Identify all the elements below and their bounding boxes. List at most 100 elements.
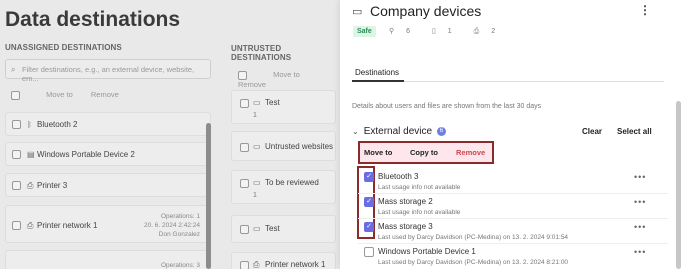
- stat-printers: ⎙ 2: [474, 28, 505, 35]
- globe-count: 1: [253, 112, 257, 119]
- tab-indicator: [352, 80, 404, 82]
- divider: [358, 218, 668, 219]
- tab-destinations[interactable]: Destinations: [355, 68, 399, 77]
- select-all-checkbox[interactable]: [238, 70, 247, 80]
- printer-icon: ⎙: [253, 260, 260, 269]
- row-label: To be reviewed: [265, 178, 319, 187]
- folder-icon: ▭: [253, 142, 261, 151]
- row-label: Windows Portable Device 2: [37, 150, 135, 159]
- list-item[interactable]: Operations: 3: [5, 250, 211, 269]
- device-usage: Last usage info not available: [378, 184, 461, 191]
- usb-icon: ⚲: [389, 28, 395, 35]
- row-checkbox[interactable]: [12, 120, 21, 129]
- selection-action-bar: Move to Copy to Remove: [358, 141, 494, 164]
- move-to-button[interactable]: Move to: [364, 148, 392, 157]
- copy-to-button[interactable]: Copy to: [410, 148, 438, 157]
- list-item[interactable]: ▭ To be reviewed 1: [231, 170, 336, 204]
- folder-icon: ▭: [253, 98, 261, 107]
- folder-icon: ▭: [253, 224, 261, 233]
- row-checkbox[interactable]: [240, 143, 249, 152]
- stat-devices: ⚲ 6: [389, 28, 420, 35]
- row-checkbox[interactable]: [364, 247, 374, 257]
- search-input[interactable]: ⌕ Filter destinations, e.g., an external…: [5, 59, 211, 83]
- row-label: Test: [265, 98, 280, 107]
- detail-panel: ▭ Company devices ⋮ Safe ⚲ 6 ▯ 1 ⎙ 2 Des…: [340, 0, 688, 269]
- section-title: External device: [363, 126, 433, 137]
- row-checkbox[interactable]: [12, 221, 21, 230]
- list-item[interactable]: ▭ Test 1: [231, 90, 336, 124]
- info-text: Details about users and files are shown …: [352, 103, 542, 110]
- row-checkbox-checked[interactable]: ✓: [364, 197, 374, 207]
- search-icon: ⌕: [11, 65, 16, 74]
- device-usage: Last usage info not available: [378, 209, 461, 216]
- operations-count: Operations: 1: [160, 213, 200, 220]
- unassigned-title: UNASSIGNED DESTINATIONS: [5, 43, 122, 52]
- chevron-down-icon: ⌄: [352, 127, 359, 136]
- row-checkbox[interactable]: [240, 225, 249, 234]
- row-label: Printer network 1: [265, 260, 326, 269]
- list-item[interactable]: ⎙ Printer 3: [5, 173, 211, 197]
- row-label: Printer network 1: [37, 221, 98, 230]
- row-checkbox[interactable]: [240, 99, 249, 108]
- device-usage: Last used by Darcy Davidson (PC-Medina) …: [378, 259, 569, 266]
- more-options-icon[interactable]: •••: [634, 172, 646, 182]
- folder-icon: ▭: [253, 178, 261, 187]
- stat-printers-count: 2: [491, 28, 496, 35]
- row-label: Untrusted websites: [265, 142, 334, 151]
- remove-button[interactable]: Remove: [91, 90, 119, 99]
- row-checkbox-checked[interactable]: ✓: [364, 222, 374, 232]
- tab-bar: Destinations: [352, 66, 664, 82]
- row-checkbox[interactable]: [12, 181, 21, 190]
- untrusted-title: UNTRUSTED DESTINATIONS: [231, 44, 292, 62]
- more-options-icon[interactable]: •••: [634, 222, 646, 232]
- list-item[interactable]: ᛒ Bluetooth 2: [5, 112, 211, 136]
- row-meta: Operations: 1 20. 6. 2024 2:42:24 Don Go…: [144, 212, 200, 239]
- device-name: Bluetooth 3: [378, 172, 419, 181]
- select-all-button[interactable]: Select all: [617, 127, 652, 136]
- device-usage: Last used by Darcy Davidson (PC-Medina) …: [378, 234, 569, 241]
- stat-files: ▯ 1: [432, 28, 462, 35]
- more-options-icon[interactable]: •••: [634, 247, 646, 257]
- device-name: Windows Portable Device 1: [378, 247, 476, 256]
- scrollbar[interactable]: [206, 123, 211, 269]
- row-label: Printer 3: [37, 181, 68, 190]
- background-page: Data destinations UNASSIGNED DESTINATION…: [0, 0, 340, 269]
- scrollbar[interactable]: [676, 101, 681, 269]
- row-meta: Operations: 3: [161, 261, 200, 269]
- row-label: Test: [265, 224, 280, 233]
- list-item[interactable]: ▭ Test: [231, 215, 336, 243]
- move-to-button[interactable]: Move to: [46, 90, 73, 99]
- move-to-button[interactable]: Move to: [273, 70, 300, 79]
- bluetooth-icon: ᛒ: [27, 120, 32, 129]
- more-options-icon[interactable]: ⋮: [639, 3, 651, 17]
- section-count-badge: 6: [436, 126, 446, 136]
- list-item[interactable]: ⎙ Printer network 1: [231, 252, 336, 269]
- timestamp: 20. 6. 2024 2:42:24: [143, 222, 200, 229]
- more-options-icon[interactable]: •••: [634, 197, 646, 207]
- search-placeholder: Filter destinations, e.g., an external d…: [22, 65, 195, 83]
- list-item[interactable]: ▤ Windows Portable Device 2: [5, 142, 211, 166]
- list-item[interactable]: ⎙ Printer network 1 Operations: 1 20. 6.…: [5, 205, 211, 243]
- row-checkbox-checked[interactable]: ✓: [364, 172, 374, 182]
- divider: [358, 193, 668, 194]
- stat-files-count: 1: [447, 28, 452, 35]
- file-icon: ▯: [431, 28, 436, 35]
- operations-count: Operations: 3: [160, 262, 200, 269]
- remove-button[interactable]: Remove: [238, 80, 266, 89]
- row-label: Bluetooth 2: [37, 120, 78, 129]
- user-name: Don Gonzalez: [158, 231, 200, 238]
- clear-button[interactable]: Clear: [582, 127, 602, 136]
- row-checkbox[interactable]: [240, 261, 249, 269]
- status-badge: Safe: [353, 26, 376, 37]
- section-header[interactable]: ⌄ External device 6: [352, 126, 446, 137]
- remove-button[interactable]: Remove: [456, 148, 485, 157]
- row-checkbox[interactable]: [12, 150, 21, 159]
- printer-icon: ⎙: [473, 28, 480, 35]
- row-checkbox[interactable]: [240, 179, 249, 188]
- select-all-checkbox[interactable]: [11, 90, 20, 100]
- untrusted-toolbar: Move to Remove: [238, 70, 340, 89]
- folder-icon: ▭: [352, 6, 363, 18]
- list-item[interactable]: ▭ Untrusted websites: [231, 131, 336, 161]
- unassigned-toolbar: Move to Remove: [11, 90, 135, 100]
- printer-icon: ⎙: [27, 221, 34, 230]
